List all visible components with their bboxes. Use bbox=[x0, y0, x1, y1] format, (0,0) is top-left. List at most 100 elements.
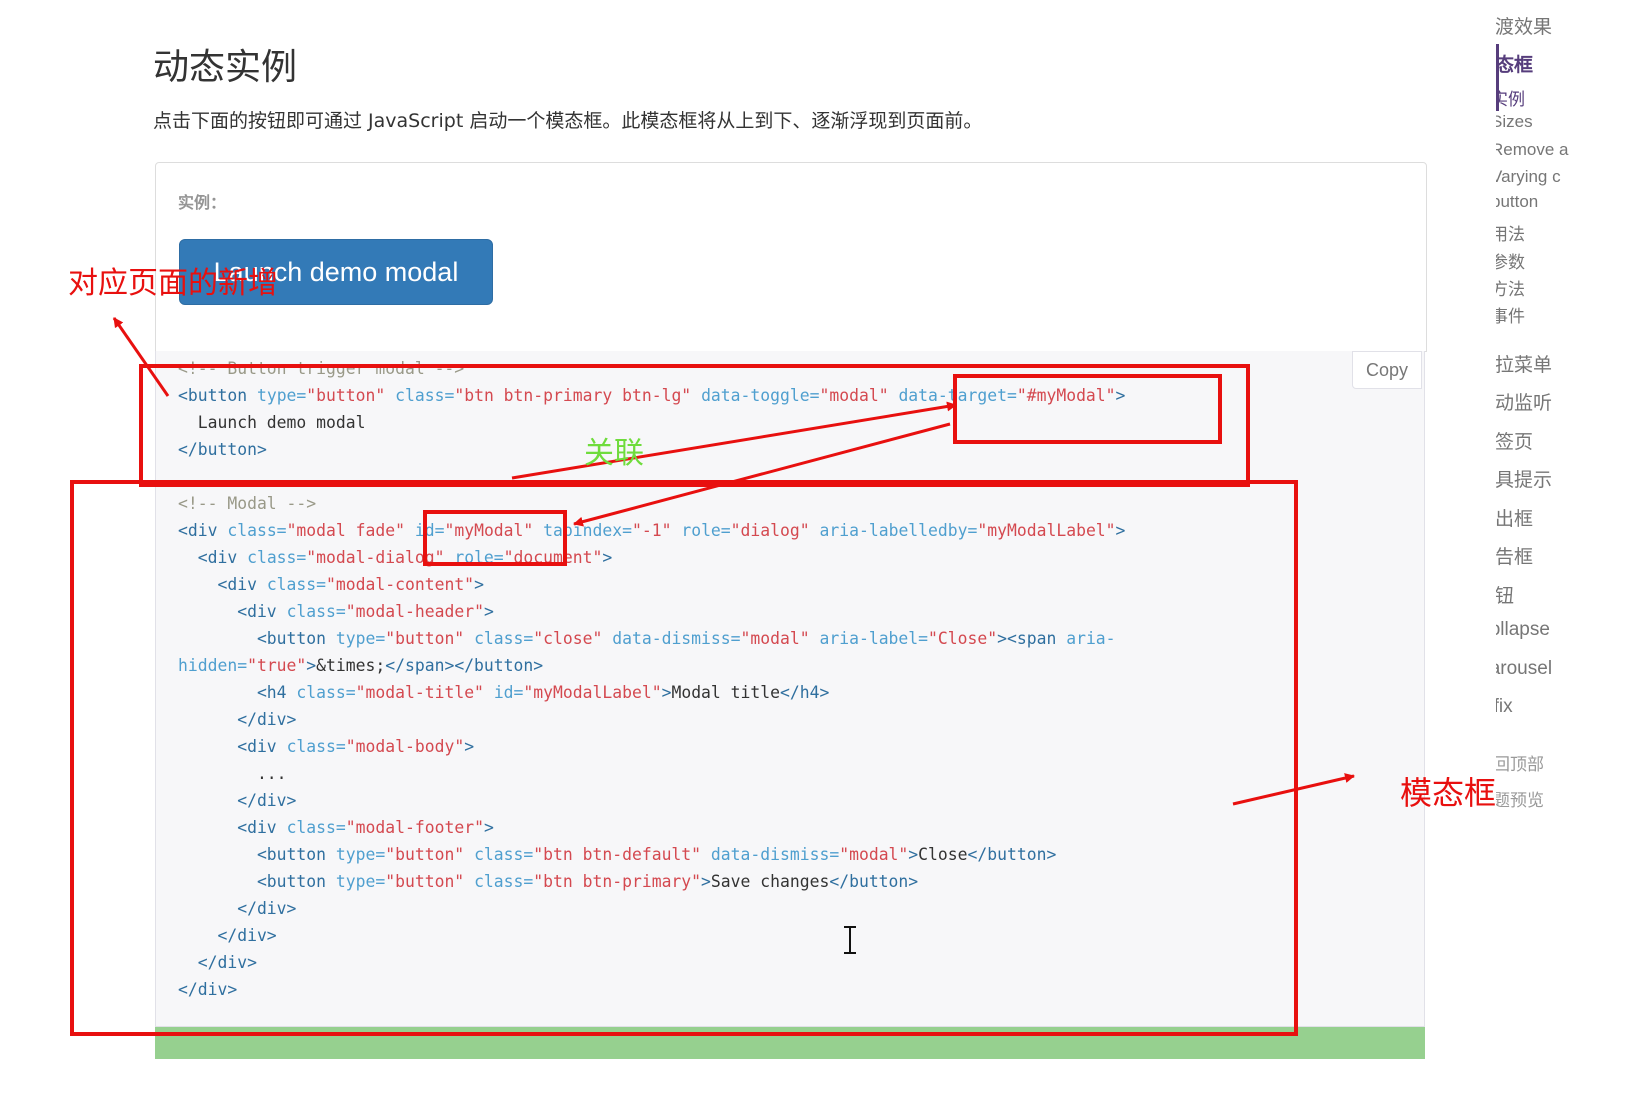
code-line: <div class="modal-footer"> bbox=[178, 814, 1125, 841]
sidebar-nav: 过渡效果 模态框 实例 Sizes Remove a Varying c but… bbox=[1496, 0, 1627, 840]
code-token: class= bbox=[286, 737, 346, 756]
code-token: class= bbox=[266, 575, 327, 594]
code-token: class= bbox=[286, 818, 346, 837]
code-line: ... bbox=[178, 760, 1125, 787]
code-block: Copy <!-- Button trigger modal --> <butto… bbox=[155, 351, 1425, 1027]
code-token: class= bbox=[296, 683, 356, 702]
code-line: <!-- Button trigger modal --> bbox=[178, 355, 1125, 382]
code-token: <button bbox=[178, 872, 336, 891]
code-token: role= bbox=[454, 548, 504, 567]
text-cursor-icon bbox=[844, 926, 856, 954]
code-token: type= bbox=[335, 845, 386, 864]
code-token: "Close" bbox=[928, 629, 998, 648]
sidebar-item-transitions[interactable]: 过渡效果 bbox=[1496, 12, 1552, 39]
page-intro: 点击下面的按钮即可通过 JavaScript 启动一个模态框。此模态框将从上到下… bbox=[153, 110, 983, 132]
code-token: "modal-title" bbox=[355, 683, 484, 702]
code-token: > bbox=[908, 845, 919, 864]
sidebar-item-tabs[interactable]: 标签页 bbox=[1496, 427, 1533, 454]
code-token: </div> bbox=[178, 899, 297, 918]
code-token: data-dismiss= bbox=[710, 845, 840, 864]
sidebar-subitem-usage[interactable]: 用法 bbox=[1496, 220, 1525, 245]
code-token: <h4 bbox=[178, 683, 297, 702]
code-token: class= bbox=[395, 386, 455, 405]
sidebar-subitem-options[interactable]: 参数 bbox=[1496, 248, 1525, 273]
theme-preview-link[interactable]: 主题预览 bbox=[1496, 786, 1544, 811]
code-line: <h4 class="modal-title" id="myModalLabel… bbox=[178, 679, 1125, 706]
annotation-page-new: 对应页面的新增 bbox=[68, 266, 278, 301]
code-token: </button> bbox=[967, 845, 1057, 864]
code-token: Modal title bbox=[671, 683, 781, 702]
code-line: <div class="modal-header"> bbox=[178, 598, 1125, 625]
code-token: <div bbox=[178, 575, 267, 594]
code-token: Launch demo modal bbox=[178, 413, 366, 432]
code-token: <div bbox=[178, 521, 228, 540]
sidebar-item-buttons[interactable]: 按钮 bbox=[1496, 581, 1514, 608]
code-token: aria- bbox=[1066, 629, 1116, 648]
sidebar-subitem-examples[interactable]: 实例 bbox=[1496, 85, 1525, 110]
code-token: > bbox=[306, 656, 317, 675]
code-token: </div> bbox=[178, 791, 297, 810]
sidebar-item-alerts[interactable]: 警告框 bbox=[1496, 542, 1533, 569]
code-line: <div class="modal-body"> bbox=[178, 733, 1125, 760]
code-token: "close" bbox=[533, 629, 603, 648]
sidebar-item-tooltips[interactable]: 工具提示 bbox=[1496, 465, 1552, 492]
code-token: > bbox=[483, 602, 494, 621]
code-token: "modal" bbox=[839, 845, 909, 864]
code-token: role= bbox=[681, 521, 731, 540]
code-token: > bbox=[1115, 386, 1126, 405]
sidebar-subitem-button[interactable]: button bbox=[1496, 192, 1538, 212]
code-token: tabindex= bbox=[543, 521, 632, 540]
code-line: <div class="modal-content"> bbox=[178, 571, 1125, 598]
code-token: Save changes bbox=[710, 872, 830, 891]
sidebar-item-affix[interactable]: Affix bbox=[1496, 696, 1513, 718]
code-token: "modal" bbox=[740, 629, 810, 648]
back-to-top-link[interactable]: 返回顶部 bbox=[1496, 750, 1544, 775]
sidebar-item-carousel[interactable]: Carousel bbox=[1496, 658, 1552, 680]
code-token: "myModalLabel" bbox=[977, 521, 1116, 540]
code-token: "button" bbox=[306, 386, 386, 405]
code-token: <!-- Modal --> bbox=[178, 494, 317, 513]
code-token: <div bbox=[178, 602, 287, 621]
sidebar-subitem-methods[interactable]: 方法 bbox=[1496, 275, 1525, 300]
code-token: "modal-header" bbox=[345, 602, 484, 621]
code-token: ><span bbox=[997, 629, 1067, 648]
code-token: </button> bbox=[178, 440, 267, 459]
sidebar-item-collapse[interactable]: Collapse bbox=[1496, 619, 1550, 641]
code-token: "-1" bbox=[631, 521, 672, 540]
code-token: </div> bbox=[178, 953, 257, 972]
sidebar-item-scrollspy[interactable]: 滚动监听 bbox=[1496, 388, 1552, 415]
sidebar-item-modal[interactable]: 模态框 bbox=[1496, 50, 1533, 77]
sidebar-subitem-events[interactable]: 事件 bbox=[1496, 302, 1525, 327]
sidebar-subitem-remove[interactable]: Remove a bbox=[1496, 140, 1568, 160]
code-token: class= bbox=[247, 548, 307, 567]
code-token: "true" bbox=[247, 656, 307, 675]
code-token: <button bbox=[178, 845, 336, 864]
callout-bar bbox=[155, 1027, 1425, 1059]
code-line: </div> bbox=[178, 922, 1125, 949]
code-token: </button> bbox=[829, 872, 919, 891]
code-line: </div> bbox=[178, 976, 1125, 1003]
code-token: > bbox=[474, 575, 484, 594]
code-line: <div class="modal fade" id="myModal" tab… bbox=[178, 517, 1125, 544]
code-token: "btn btn-primary btn-lg" bbox=[454, 386, 692, 405]
code-token: &times; bbox=[316, 656, 386, 675]
code-line: <!-- Modal --> bbox=[178, 490, 1125, 517]
sidebar-item-popovers[interactable]: 弹出框 bbox=[1496, 504, 1533, 531]
code-token: "modal-footer" bbox=[345, 818, 484, 837]
code-token: class= bbox=[474, 629, 534, 648]
copy-button[interactable]: Copy bbox=[1352, 351, 1422, 389]
sidebar-item-dropdowns[interactable]: 下拉菜单 bbox=[1496, 350, 1552, 377]
code-token: aria-label= bbox=[819, 629, 929, 648]
sidebar-subitem-sizes[interactable]: Sizes bbox=[1496, 112, 1533, 132]
code-listing: <!-- Button trigger modal --> <button typ… bbox=[178, 355, 1125, 1003]
sidebar-subitem-varying[interactable]: Varying c bbox=[1496, 167, 1561, 187]
